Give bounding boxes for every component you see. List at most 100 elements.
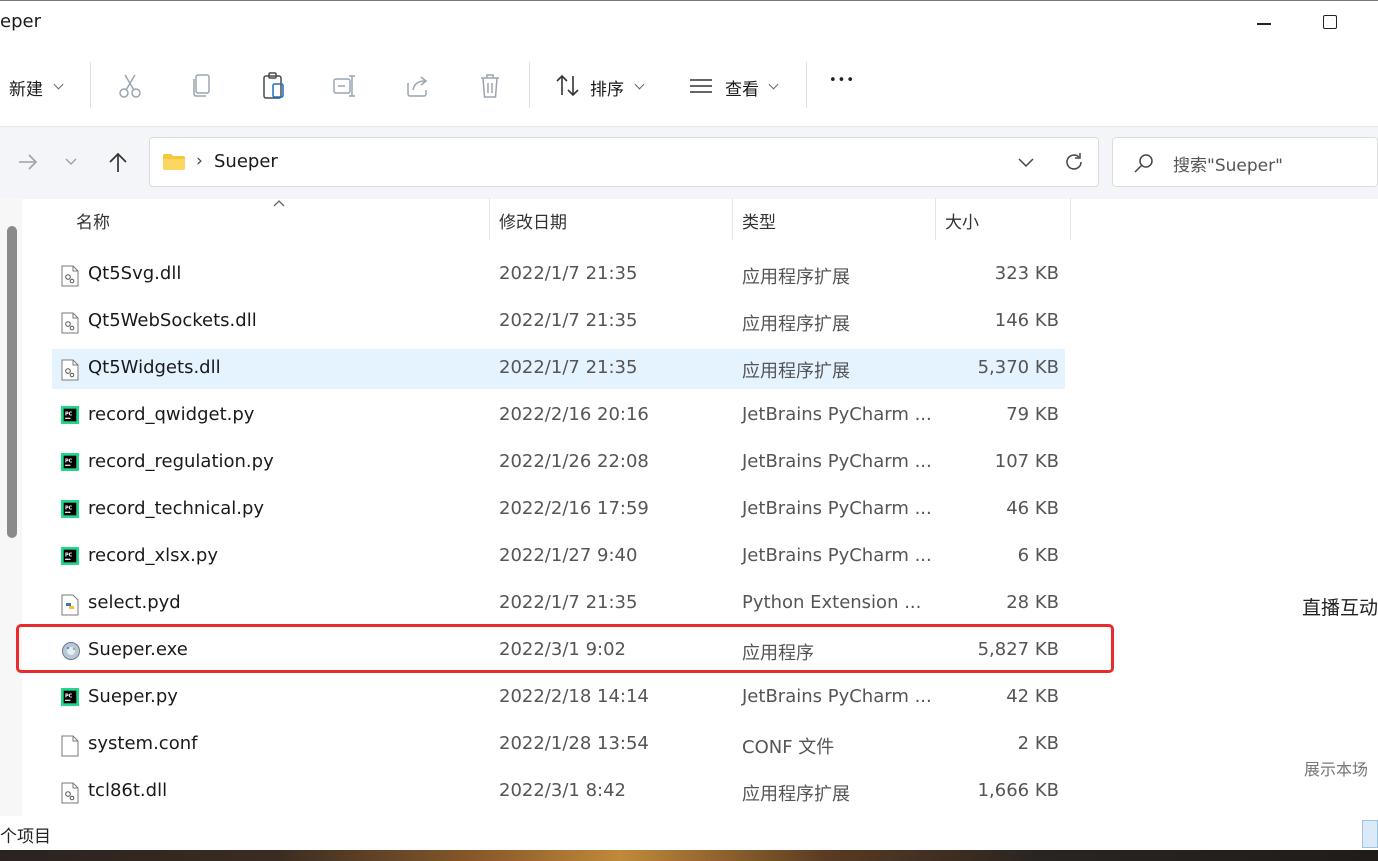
file-type: JetBrains PyCharm ... [742,451,932,472]
file-date: 2022/1/28 13:54 [499,733,649,754]
more-options-button[interactable]: ••• [829,73,855,88]
details-view-toggle[interactable] [1362,820,1378,848]
file-date: 2022/1/27 9:40 [499,545,638,566]
breadcrumb-separator: › [196,151,203,171]
search-icon [1134,154,1153,173]
dll-file-icon [61,782,79,804]
view-button[interactable]: 查看 [725,75,759,100]
toolbar-divider [529,62,530,108]
pycharm-file-icon: PC [61,688,79,710]
delete-icon[interactable] [473,69,507,103]
file-row[interactable]: PC Sueper.py 2022/2/18 14:14 JetBrains PyCh… [52,678,1065,718]
sort-icon[interactable] [551,69,585,103]
column-divider[interactable] [732,198,733,240]
pycharm-file-icon: PC [61,453,79,475]
file-row[interactable]: select.pyd 2022/1/7 21:35 Python Extension… [52,584,1065,624]
blank-file-icon [61,735,79,757]
file-size: 79 KB [1006,404,1059,425]
file-size: 28 KB [1006,592,1059,613]
file-row[interactable]: PC record_xlsx.py 2022/1/27 9:40 JetBrains … [52,537,1065,577]
file-type: JetBrains PyCharm ... [742,498,932,519]
rename-icon[interactable] [329,69,363,103]
file-name: Sueper.py [88,686,178,707]
file-row[interactable]: Qt5Widgets.dll 2022/1/7 21:35 应用程序扩展 5,370 … [52,349,1065,389]
folder-icon [163,154,185,170]
svg-text:PC: PC [65,552,73,558]
file-row[interactable]: system.conf 2022/1/28 13:54 CONF 文件 2 KB [52,725,1065,765]
file-date: 2022/1/7 21:35 [499,310,638,331]
refresh-icon[interactable] [1062,150,1086,174]
sort-button[interactable]: 排序 [590,75,624,100]
cut-icon[interactable] [113,69,147,103]
new-chevron-down-icon[interactable] [53,79,64,90]
recent-locations-chevron-icon[interactable] [56,147,86,177]
file-type: Python Extension ... [742,592,922,613]
file-row[interactable]: Qt5WebSockets.dll 2022/1/7 21:35 应用程序扩展 146… [52,302,1065,342]
scrollbar-thumb[interactable] [7,226,17,538]
file-date: 2022/1/26 22:08 [499,451,649,472]
file-type: JetBrains PyCharm ... [742,545,932,566]
file-name: record_qwidget.py [88,404,255,425]
svg-text:PC: PC [65,693,73,699]
desktop-background [0,850,1378,861]
file-size: 107 KB [994,451,1059,472]
column-divider[interactable] [1070,198,1071,240]
breadcrumb-sueper[interactable]: Sueper [214,151,278,172]
sort-ascending-caret-icon [273,200,285,207]
file-size: 2 KB [1017,733,1059,754]
address-dropdown-chevron-icon[interactable] [1016,152,1036,172]
copy-icon[interactable] [185,69,219,103]
view-icon[interactable] [684,69,718,103]
file-size: 146 KB [994,310,1059,331]
column-header-date[interactable]: 修改日期 [499,208,567,233]
share-icon[interactable] [401,69,435,103]
status-bar [0,816,1378,850]
paste-icon[interactable] [257,69,291,103]
svg-text:PC: PC [65,411,73,417]
pycharm-file-icon: PC [61,547,79,569]
title-bar [0,0,1378,46]
file-size: 1,666 KB [977,780,1059,801]
column-header-size[interactable]: 大小 [945,208,979,233]
background-side-text: 直播互动 [1302,597,1378,619]
file-size: 6 KB [1017,545,1059,566]
pycharm-file-icon: PC [61,500,79,522]
svg-text:PC: PC [65,458,73,464]
column-header-type[interactable]: 类型 [742,208,776,233]
file-row[interactable]: PC record_regulation.py 2022/1/26 22:08 Jet… [52,443,1065,483]
dll-file-icon [61,312,79,334]
file-row[interactable]: tcl86t.dll 2022/3/1 8:42 应用程序扩展 1,666 KB [52,772,1065,812]
item-count-text: 个项目 [0,827,51,847]
file-name: record_regulation.py [88,451,274,472]
file-row[interactable]: PC record_qwidget.py 2022/2/16 20:16 JetBra… [52,396,1065,436]
column-divider[interactable] [935,198,936,240]
file-type: 应用程序扩展 [742,314,850,335]
search-placeholder: 搜索"Sueper" [1173,156,1283,176]
dll-file-icon [61,359,79,381]
maximize-button[interactable] [1312,8,1348,38]
column-divider[interactable] [489,198,490,240]
file-row[interactable]: Qt5Svg.dll 2022/1/7 21:35 应用程序扩展 323 KB [52,255,1065,295]
file-name: record_technical.py [88,498,265,519]
sort-chevron-down-icon[interactable] [634,79,645,90]
view-chevron-down-icon[interactable] [768,79,779,90]
minimize-button[interactable] [1246,8,1282,38]
file-date: 2022/1/7 21:35 [499,592,638,613]
file-name: select.pyd [88,592,181,613]
search-input[interactable]: 搜索"Sueper" [1112,137,1378,187]
file-name: system.conf [88,733,198,754]
column-header-name[interactable]: 名称 [76,208,110,233]
file-type: JetBrains PyCharm ... [742,404,932,425]
file-name: Qt5Svg.dll [88,263,182,284]
file-type: JetBrains PyCharm ... [742,686,932,707]
file-size: 323 KB [994,263,1059,284]
forward-arrow-icon[interactable] [13,147,43,177]
pycharm-file-icon: PC [61,406,79,428]
address-bar[interactable]: › Sueper [149,137,1099,187]
file-size: 46 KB [1006,498,1059,519]
file-size: 42 KB [1006,686,1059,707]
file-type: CONF 文件 [742,737,835,758]
up-arrow-icon[interactable] [103,147,133,177]
file-row[interactable]: PC record_technical.py 2022/2/16 17:59 JetB… [52,490,1065,530]
new-button[interactable]: 新建 [9,75,43,100]
